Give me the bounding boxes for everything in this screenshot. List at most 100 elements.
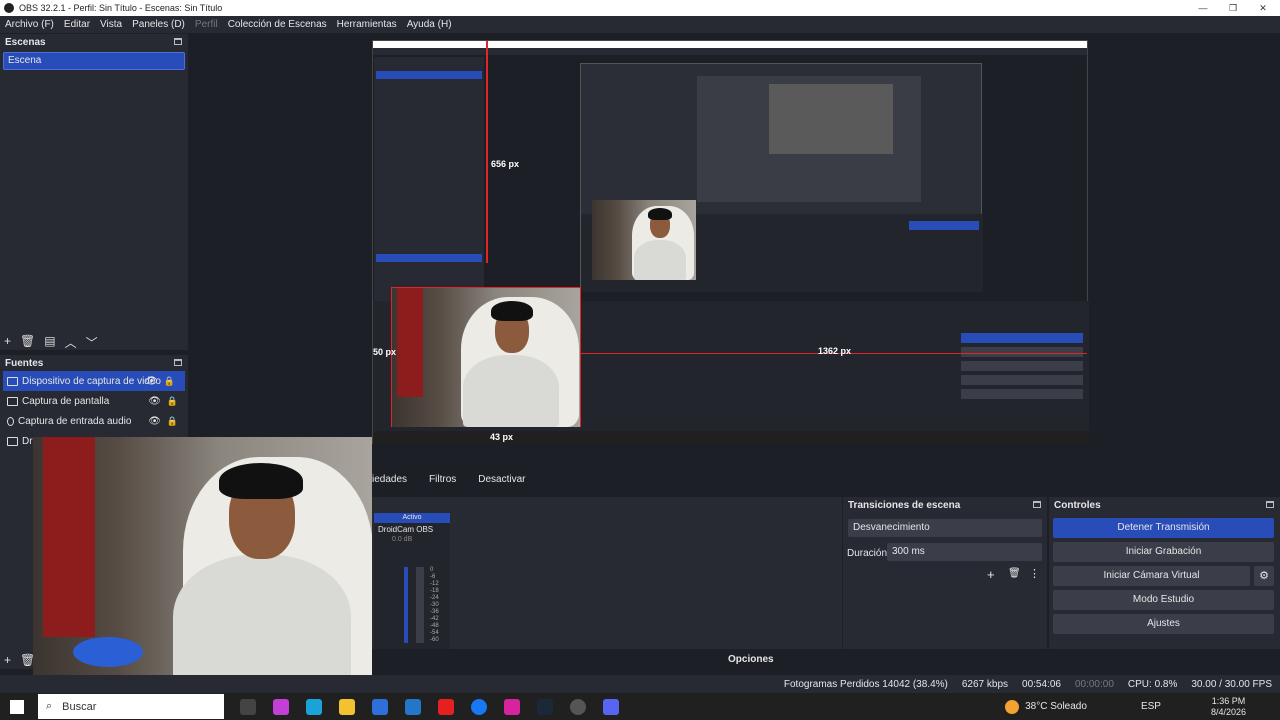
guide-line-left <box>391 287 392 427</box>
menu-help[interactable]: Ayuda (H) <box>407 19 452 30</box>
scene-item[interactable]: Escena <box>3 52 185 70</box>
nested-titlebar <box>373 41 1087 48</box>
sources-toolbar: + 🗑 <box>4 653 35 667</box>
file-explorer-icon[interactable] <box>339 698 355 715</box>
taskbar-clock[interactable]: 1:36 PM 8/4/2026 <box>1211 696 1246 718</box>
facebook-icon[interactable] <box>471 698 487 715</box>
guide-line-right <box>580 287 581 427</box>
controls-dock: Controles Detener Transmisión Iniciar Gr… <box>1049 497 1280 649</box>
guide-label-left: 50 px <box>373 347 397 357</box>
gear-icon[interactable]: ⚙ <box>1254 566 1274 586</box>
nested-taskbar <box>373 431 1089 444</box>
properties-button[interactable]: iedades <box>372 474 407 485</box>
scenes-title: Escenas <box>5 36 46 48</box>
transition-select[interactable]: Desvanecimiento <box>848 519 1042 537</box>
steam-icon[interactable] <box>537 698 553 715</box>
lock-icon[interactable]: 🔒 <box>164 376 175 387</box>
guide-label-width: 1362 px <box>818 346 852 356</box>
undock-icon[interactable] <box>1266 501 1274 508</box>
start-virtual-camera-button[interactable]: Iniciar Cámara Virtual <box>1053 566 1250 586</box>
transitions-title: Transiciones de escena <box>848 499 961 511</box>
source-label: Dispositivo de captura de video <box>22 375 161 387</box>
undock-icon[interactable] <box>174 38 182 45</box>
status-bar: Fotogramas Perdidos 14042 (38.4%) 6267 k… <box>0 675 1280 693</box>
lock-icon[interactable]: 🔒 <box>167 416 178 427</box>
weather-icon <box>1005 699 1020 714</box>
minimize-icon[interactable]: — <box>1186 0 1220 16</box>
start-recording-button[interactable]: Iniciar Grabación <box>1053 542 1274 562</box>
deactivate-button[interactable]: Desactivar <box>478 474 525 485</box>
stop-stream-button[interactable]: Detener Transmisión <box>1053 518 1274 538</box>
guide-line-top <box>391 287 581 288</box>
maximize-icon[interactable]: ❐ <box>1216 0 1250 16</box>
mixer-channel: Activo DroidCam OBS 0.0 dB 0 -6 -12 -18 -24-… <box>374 513 450 649</box>
edge-icon[interactable] <box>306 698 322 715</box>
menu-file[interactable]: Archivo (F) <box>5 19 54 30</box>
stream-time: 00:54:06 <box>1022 678 1061 690</box>
obs-icon[interactable] <box>570 698 586 715</box>
transition-menu-icon[interactable]: ⋮ <box>1029 567 1040 580</box>
remove-scene-icon[interactable]: 🗑 <box>20 334 35 351</box>
close-icon[interactable]: ✕ <box>1246 0 1280 16</box>
menu-scene-collection[interactable]: Colección de Escenas <box>228 19 327 30</box>
undock-icon[interactable] <box>1033 501 1041 508</box>
mixer-level: 0.0 dB <box>392 536 413 543</box>
language-indicator[interactable]: ESP <box>1141 701 1161 712</box>
scenes-header: Escenas <box>0 34 188 50</box>
menu-view[interactable]: Vista <box>100 19 122 30</box>
source-item-video-capture[interactable]: Dispositivo de captura de video 👁 🔒 <box>3 371 185 391</box>
youtube-icon[interactable] <box>438 698 454 715</box>
mixer-active-badge: Activo <box>374 513 450 523</box>
filters-button[interactable]: Filtros <box>429 474 456 485</box>
menu-tools[interactable]: Herramientas <box>337 19 397 30</box>
discord-icon[interactable] <box>603 698 619 715</box>
visibility-eye-icon[interactable]: 👁 <box>148 396 161 407</box>
clock-date: 8/4/2026 <box>1210 706 1246 717</box>
move-down-icon[interactable]: ﹀ <box>86 334 98 351</box>
remove-transition-icon[interactable]: 🗑 <box>1008 568 1021 579</box>
outlook-icon[interactable] <box>405 698 421 715</box>
mixer-device-name[interactable]: DroidCam OBS <box>374 523 450 536</box>
search-placeholder: Buscar <box>62 700 97 713</box>
nested-webcam-image <box>391 287 581 427</box>
menu-edit[interactable]: Editar <box>64 19 90 30</box>
transitions-dock: Transiciones de escena Desvanecimiento D… <box>843 497 1047 649</box>
controls-title: Controles <box>1054 499 1101 511</box>
source-toolbar: iedades Filtros Desactivar <box>372 468 672 490</box>
add-transition-icon[interactable]: + <box>987 567 995 582</box>
taskbar-search[interactable]: ⌕ Buscar <box>38 694 224 719</box>
fps: 30.00 / 30.00 FPS <box>1191 678 1272 690</box>
scene-filters-icon[interactable]: ▤ <box>44 334 55 351</box>
window-title: OBS 32.2.1 - Perfil: Sin Título - Escena… <box>19 3 223 13</box>
store-icon[interactable] <box>372 698 388 715</box>
move-up-icon[interactable]: ︿ <box>65 334 77 351</box>
lock-icon[interactable]: 🔒 <box>167 396 178 407</box>
add-scene-icon[interactable]: + <box>4 334 11 351</box>
instagram-icon[interactable] <box>504 698 520 715</box>
mixer-options-button[interactable]: Opciones <box>728 654 774 665</box>
weather-text[interactable]: 38°C Soleado <box>1025 701 1087 712</box>
volume-fader[interactable] <box>404 567 408 643</box>
source-item-screen-capture[interactable]: Captura de pantalla 👁 🔒 <box>0 391 188 411</box>
transitions-header: Transiciones de escena <box>843 497 1047 513</box>
copilot-icon[interactable] <box>273 698 289 715</box>
guide-line-vertical <box>486 41 488 263</box>
visibility-eye-icon[interactable]: 👁 <box>145 376 158 387</box>
task-view-icon[interactable] <box>240 698 256 715</box>
record-time: 00:00:00 <box>1074 678 1114 690</box>
menu-docks[interactable]: Paneles (D) <box>132 19 185 30</box>
nested-screen-capture: 656 px 1362 px 50 px 43 px <box>372 40 1089 444</box>
mouse-shape <box>73 637 143 667</box>
monitor-icon <box>7 396 18 406</box>
menu-profile[interactable]: Perfil <box>195 19 218 30</box>
source-item-audio-capture[interactable]: Captura de entrada audio 👁 🔒 <box>0 411 188 431</box>
source-label: Captura de entrada audio <box>18 415 132 427</box>
visibility-eye-icon[interactable]: 👁 <box>148 416 161 427</box>
undock-icon[interactable] <box>174 359 182 366</box>
studio-mode-button[interactable]: Modo Estudio <box>1053 590 1274 610</box>
windows-start-icon[interactable] <box>10 699 24 714</box>
settings-button[interactable]: Ajustes <box>1053 614 1274 634</box>
add-source-icon[interactable]: + <box>4 653 11 667</box>
duration-input[interactable]: 300 ms <box>887 543 1042 561</box>
guide-label-height: 656 px <box>491 159 520 169</box>
